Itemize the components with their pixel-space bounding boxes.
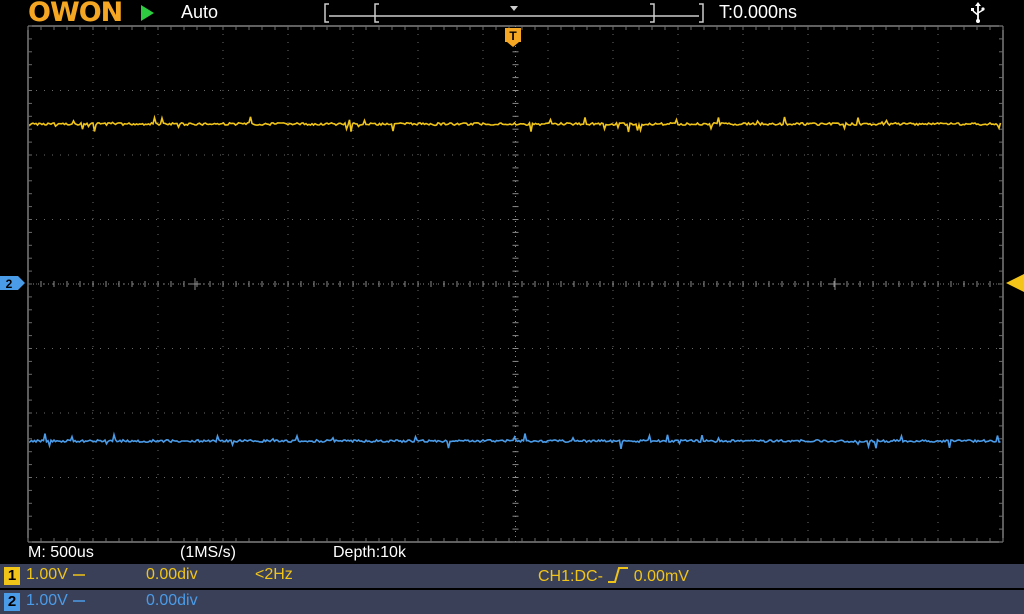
dc-coupling-icon xyxy=(73,574,86,576)
trigger-position-icon: T xyxy=(505,28,521,47)
sample-rate-label: (1MS/s) xyxy=(180,544,236,561)
waveform-display[interactable]: T 2 xyxy=(0,22,1024,544)
ch1-frequency: <2Hz xyxy=(255,566,293,583)
ch1-waveform xyxy=(29,114,1002,134)
ch1-info-row[interactable]: 1 1.00V 0.00div <2Hz CH1:DC- 0.00mV xyxy=(0,564,1024,588)
ch2-info-row[interactable]: 2 1.00V 0.00div xyxy=(0,590,1024,614)
svg-text:2: 2 xyxy=(6,277,13,291)
ch2-badge: 2 xyxy=(4,593,20,611)
status-area: M: 500us (1MS/s) Depth:10k 1 1.00V 0.00d… xyxy=(0,544,1024,614)
ch1-scale: 1.00V xyxy=(26,566,86,584)
trigger-position-marker xyxy=(510,6,518,11)
ch1-badge: 1 xyxy=(4,567,20,585)
ch2-scale: 1.00V xyxy=(26,592,86,610)
trigger-time: T:0.000ns xyxy=(719,2,798,22)
dc-coupling-icon xyxy=(73,600,86,602)
usb-icon xyxy=(971,2,985,23)
trigger-level-marker xyxy=(1006,274,1024,292)
graticule xyxy=(27,25,1004,543)
memory-depth-label[interactable]: Depth:10k xyxy=(333,544,406,562)
play-icon[interactable] xyxy=(141,5,154,21)
ch2-ground-marker: 2 xyxy=(0,276,25,291)
ch1-position: 0.00div xyxy=(146,566,198,583)
timebase-label[interactable]: M: 500us xyxy=(28,544,94,562)
ch2-position: 0.00div xyxy=(146,592,198,609)
memory-position-bar[interactable] xyxy=(323,3,705,23)
trigger-marker-label: T xyxy=(509,29,517,43)
trigger-info: CH1:DC- 0.00mV xyxy=(538,567,689,585)
rising-edge-icon xyxy=(608,567,629,583)
trigger-mode[interactable]: Auto xyxy=(181,2,218,23)
